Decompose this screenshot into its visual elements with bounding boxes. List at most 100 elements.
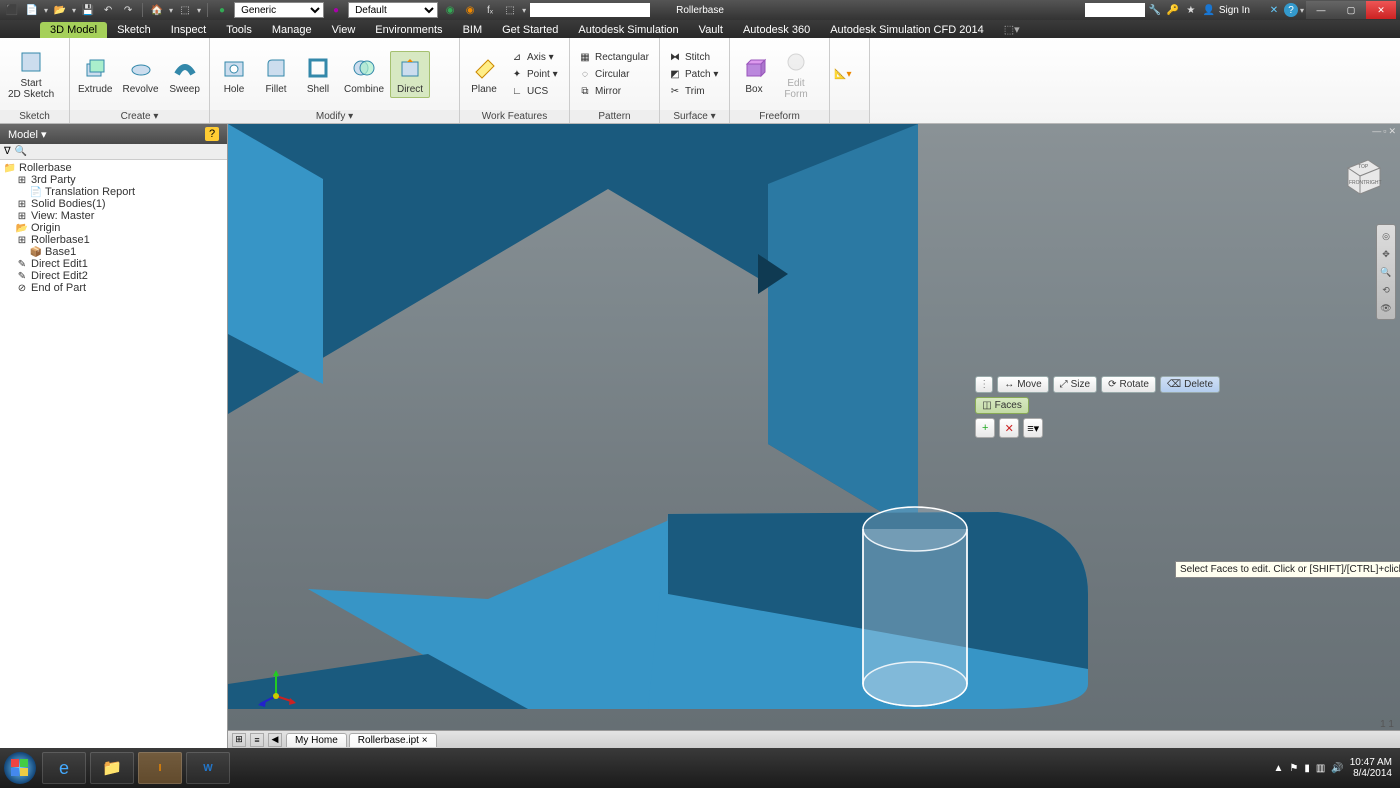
ucs-button[interactable]: ∟UCS — [506, 83, 562, 99]
zoom-icon[interactable]: 🔍 — [1379, 265, 1393, 279]
tab-sketch[interactable]: Sketch — [107, 22, 161, 38]
tree-item[interactable]: ⊞Rollerbase1 — [2, 234, 225, 246]
viewport[interactable]: — ▫ ✕ — [228, 124, 1400, 748]
tree-item[interactable]: ⊞View: Master — [2, 210, 225, 222]
tab-bim[interactable]: BIM — [453, 22, 493, 38]
extrude-button[interactable]: Extrude — [74, 52, 116, 97]
undo-icon[interactable]: ↶ — [100, 2, 116, 18]
box-button[interactable]: Box — [734, 52, 774, 97]
appearance-icon[interactable]: ● — [328, 2, 344, 18]
start-2d-sketch-button[interactable]: Start 2D Sketch — [4, 46, 58, 102]
stitch-button[interactable]: ⧓Stitch — [664, 49, 722, 65]
tab-manage[interactable]: Manage — [262, 22, 322, 38]
exchange-icon[interactable]: ✕ — [1266, 2, 1282, 18]
tray-network-icon[interactable]: ▥ — [1316, 763, 1325, 774]
taskbar-inventor-icon[interactable]: I — [138, 752, 182, 784]
tab-environments[interactable]: Environments — [365, 22, 452, 38]
fillet-button[interactable]: Fillet — [256, 52, 296, 97]
tree-item[interactable]: 📦Base1 — [2, 246, 225, 258]
full-nav-icon[interactable]: ◎ — [1379, 229, 1393, 243]
model-tree[interactable]: 📁Rollerbase⊞3rd Party📄Translation Report… — [0, 160, 227, 748]
direct-button[interactable]: Direct — [390, 51, 430, 98]
hole-button[interactable]: Hole — [214, 52, 254, 97]
trim-button[interactable]: ✂Trim — [664, 83, 722, 99]
size-button[interactable]: ⤢Size — [1053, 376, 1097, 393]
tab-autodesk-cfd[interactable]: Autodesk Simulation CFD 2014 — [820, 22, 993, 38]
plane-button[interactable]: Plane — [464, 52, 504, 97]
start-button[interactable] — [0, 748, 40, 788]
ok-button[interactable]: + — [975, 418, 995, 438]
shell-button[interactable]: Shell — [298, 52, 338, 97]
look-icon[interactable]: 👁 — [1379, 301, 1393, 315]
redo-icon[interactable]: ↷ — [120, 2, 136, 18]
tree-item[interactable]: ⊞3rd Party — [2, 174, 225, 186]
options-button[interactable]: ≡▾ — [1023, 418, 1043, 438]
help-search-input[interactable] — [1085, 3, 1145, 17]
tab-overflow-icon[interactable]: ⬚▾ — [994, 21, 1030, 38]
view-cube[interactable]: TOP FRONT RIGHT — [1338, 154, 1382, 198]
axis-button[interactable]: ⊿Axis ▾ — [506, 49, 562, 65]
circular-button[interactable]: ◌Circular — [574, 66, 653, 82]
select-icon[interactable]: ⬚ — [177, 2, 193, 18]
app-icon[interactable]: ⬛ — [4, 2, 20, 18]
measure-icon[interactable]: 📐▾ — [834, 69, 851, 80]
tab-tools[interactable]: Tools — [216, 22, 262, 38]
key-icon[interactable]: 🔑 — [1165, 2, 1181, 18]
rectangular-button[interactable]: ▦Rectangular — [574, 49, 653, 65]
rotate-button[interactable]: ⟳Rotate — [1101, 376, 1156, 393]
patch-button[interactable]: ◩Patch ▾ — [664, 66, 722, 82]
pan-icon[interactable]: ✥ — [1379, 247, 1393, 261]
find-icon[interactable]: 🔍 — [15, 146, 27, 157]
tabs-list-icon[interactable]: ≡ — [250, 733, 264, 747]
tab-inspect[interactable]: Inspect — [161, 22, 216, 38]
close-button[interactable]: ✕ — [1366, 1, 1396, 19]
delete-button[interactable]: ⌫Delete — [1160, 376, 1220, 393]
orbit-icon[interactable]: ⟲ — [1379, 283, 1393, 297]
tree-item[interactable]: ⊘End of Part — [2, 282, 225, 294]
tree-item[interactable]: ⊞Solid Bodies(1) — [2, 198, 225, 210]
cancel-button[interactable]: ✕ — [999, 418, 1019, 438]
taskbar-ie-icon[interactable]: e — [42, 752, 86, 784]
maximize-button[interactable]: ▢ — [1336, 1, 1366, 19]
tab-vault[interactable]: Vault — [689, 22, 733, 38]
fx-icon[interactable]: fₓ — [482, 2, 498, 18]
tabs-back-icon[interactable]: ◀ — [268, 733, 282, 747]
material-combo[interactable]: Generic — [234, 2, 324, 18]
signin-label[interactable]: Sign In — [1219, 5, 1250, 16]
open-icon[interactable]: 📂 — [52, 2, 68, 18]
qa-icon-2[interactable]: ◉ — [462, 2, 478, 18]
tree-item[interactable]: 📄Translation Report — [2, 186, 225, 198]
tab-autodesk-simulation[interactable]: Autodesk Simulation — [568, 22, 688, 38]
search-icon[interactable]: 🔧 — [1147, 2, 1163, 18]
star-icon[interactable]: ★ — [1183, 2, 1199, 18]
appearance-combo[interactable]: Default — [348, 2, 438, 18]
tab-autodesk-360[interactable]: Autodesk 360 — [733, 22, 820, 38]
taskbar-clock[interactable]: 10:47 AM 8/4/2014 — [1350, 757, 1392, 779]
sweep-button[interactable]: Sweep — [165, 52, 205, 97]
move-button[interactable]: ↔Move — [997, 376, 1048, 393]
mirror-button[interactable]: ⧉Mirror — [574, 83, 653, 99]
tray-volume-icon[interactable]: 🔊 — [1331, 763, 1343, 774]
tab-3d-model[interactable]: 3D Model — [40, 22, 107, 38]
point-button[interactable]: ✦Point ▾ — [506, 66, 562, 82]
navigation-bar[interactable]: ◎ ✥ 🔍 ⟲ 👁 — [1376, 224, 1396, 320]
revolve-button[interactable]: Revolve — [118, 52, 162, 97]
help-icon[interactable]: ? — [1284, 3, 1298, 17]
tray-up-icon[interactable]: ▲ — [1273, 763, 1283, 774]
model-browser-header[interactable]: Model ▾ ? — [0, 124, 227, 144]
tab-my-home[interactable]: My Home — [286, 733, 347, 747]
titlebar-search-input[interactable] — [530, 3, 650, 17]
tray-power-icon[interactable]: ▮ — [1304, 763, 1310, 774]
edit-form-button[interactable]: Edit Form — [776, 46, 816, 102]
grip-handle[interactable]: ⋮ — [975, 376, 993, 393]
tree-item[interactable]: ✎Direct Edit1 — [2, 258, 225, 270]
home-icon[interactable]: 🏠 — [149, 2, 165, 18]
tree-item[interactable]: 📂Origin — [2, 222, 225, 234]
taskbar-explorer-icon[interactable]: 📁 — [90, 752, 134, 784]
minimize-button[interactable]: — — [1306, 1, 1336, 19]
qa-more-icon[interactable]: ⬚ — [502, 2, 518, 18]
filter-icon[interactable]: ∇ — [4, 146, 11, 157]
combine-button[interactable]: Combine — [340, 52, 388, 97]
tab-get-started[interactable]: Get Started — [492, 22, 568, 38]
tray-flag-icon[interactable]: ⚑ — [1289, 763, 1298, 774]
